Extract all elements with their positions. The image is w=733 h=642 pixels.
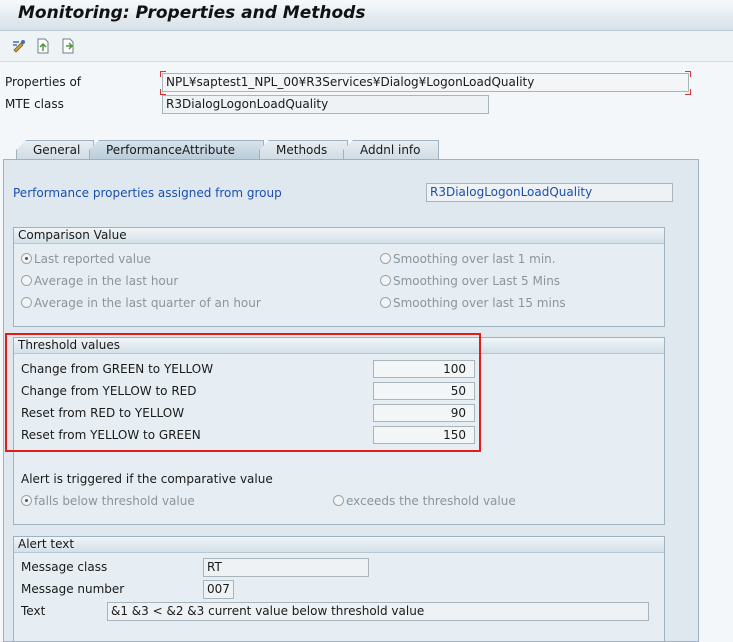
radio-icon (333, 495, 344, 506)
threshold-values-title: Threshold values (14, 338, 664, 354)
radio-label: Smoothing over Last 5 Mins (393, 274, 561, 288)
text-label: Text (21, 604, 46, 618)
alert-text-field[interactable]: &1 &3 < &2 &3 current value below thresh… (107, 602, 649, 621)
copy-document-icon[interactable] (60, 38, 76, 54)
radio-label: Last reported value (34, 252, 152, 266)
radio-exceeds[interactable]: exceeds the threshold value (333, 494, 516, 508)
green-to-yellow-label: Change from GREEN to YELLOW (21, 362, 214, 376)
radio-label: Average in the last hour (34, 274, 179, 288)
radio-smoothing-15-mins[interactable]: Smoothing over last 15 mins (380, 296, 566, 310)
new-document-icon[interactable] (35, 38, 51, 54)
radio-last-reported-value[interactable]: Last reported value (21, 252, 151, 266)
mte-class-label: MTE class (5, 97, 64, 111)
radio-label: Smoothing over last 1 min. (393, 252, 556, 266)
radio-selected-icon (21, 253, 32, 264)
radio-label: Average in the last quarter of an hour (34, 296, 261, 310)
tab-addnl-info[interactable]: Addnl info (343, 140, 439, 160)
red-to-yellow-label: Reset from RED to YELLOW (21, 406, 185, 420)
properties-of-label: Properties of (5, 75, 82, 89)
properties-of-field[interactable]: NPL¥saptest1_NPL_00¥R3Services¥Dialog¥Lo… (162, 73, 689, 92)
alert-trigger-label: Alert is triggered if the comparative va… (21, 472, 273, 486)
yellow-to-green-field[interactable]: 150 (373, 426, 475, 444)
radio-selected-icon (21, 495, 32, 506)
display-change-icon[interactable] (11, 38, 27, 54)
field-corner-marker (685, 89, 691, 95)
radio-average-last-hour[interactable]: Average in the last hour (21, 274, 178, 288)
radio-icon (380, 275, 391, 286)
field-corner-marker (685, 71, 691, 77)
radio-icon (21, 275, 32, 286)
radio-icon (21, 297, 32, 308)
radio-icon (380, 253, 391, 264)
comparison-value-title: Comparison Value (14, 228, 664, 244)
radio-smoothing-5-mins[interactable]: Smoothing over Last 5 Mins (380, 274, 560, 288)
message-class-field[interactable]: RT (203, 558, 369, 577)
mte-class-field[interactable]: R3DialogLogonLoadQuality (162, 95, 489, 114)
yellow-to-red-label: Change from YELLOW to RED (21, 384, 197, 398)
alert-text-title: Alert text (14, 537, 664, 553)
radio-smoothing-1-min[interactable]: Smoothing over last 1 min. (380, 252, 556, 266)
field-corner-marker (160, 71, 166, 77)
green-to-yellow-field[interactable]: 100 (373, 360, 475, 378)
assigned-group-label: Performance properties assigned from gro… (13, 186, 282, 200)
tab-performance-attribute[interactable]: PerformanceAttribute (89, 140, 264, 160)
radio-label: Smoothing over last 15 mins (393, 296, 566, 310)
red-to-yellow-field[interactable]: 90 (373, 404, 475, 422)
radio-label: exceeds the threshold value (346, 494, 516, 508)
radio-icon (380, 297, 391, 308)
radio-average-last-quarter-hour[interactable]: Average in the last quarter of an hour (21, 296, 261, 310)
yellow-to-red-field[interactable]: 50 (373, 382, 475, 400)
assigned-group-field[interactable]: R3DialogLogonLoadQuality (426, 183, 673, 202)
radio-falls-below[interactable]: falls below threshold value (21, 494, 195, 508)
title-bar: Monitoring: Properties and Methods (0, 0, 733, 31)
yellow-to-green-label: Reset from YELLOW to GREEN (21, 428, 201, 442)
message-class-label: Message class (21, 560, 108, 574)
tab-methods[interactable]: Methods (259, 140, 348, 160)
radio-label: falls below threshold value (34, 494, 195, 508)
window-title: Monitoring: Properties and Methods (18, 3, 366, 23)
message-number-label: Message number (21, 582, 125, 596)
message-number-field[interactable]: 007 (203, 580, 234, 599)
application-toolbar (0, 31, 733, 62)
tab-general[interactable]: General (16, 140, 94, 160)
